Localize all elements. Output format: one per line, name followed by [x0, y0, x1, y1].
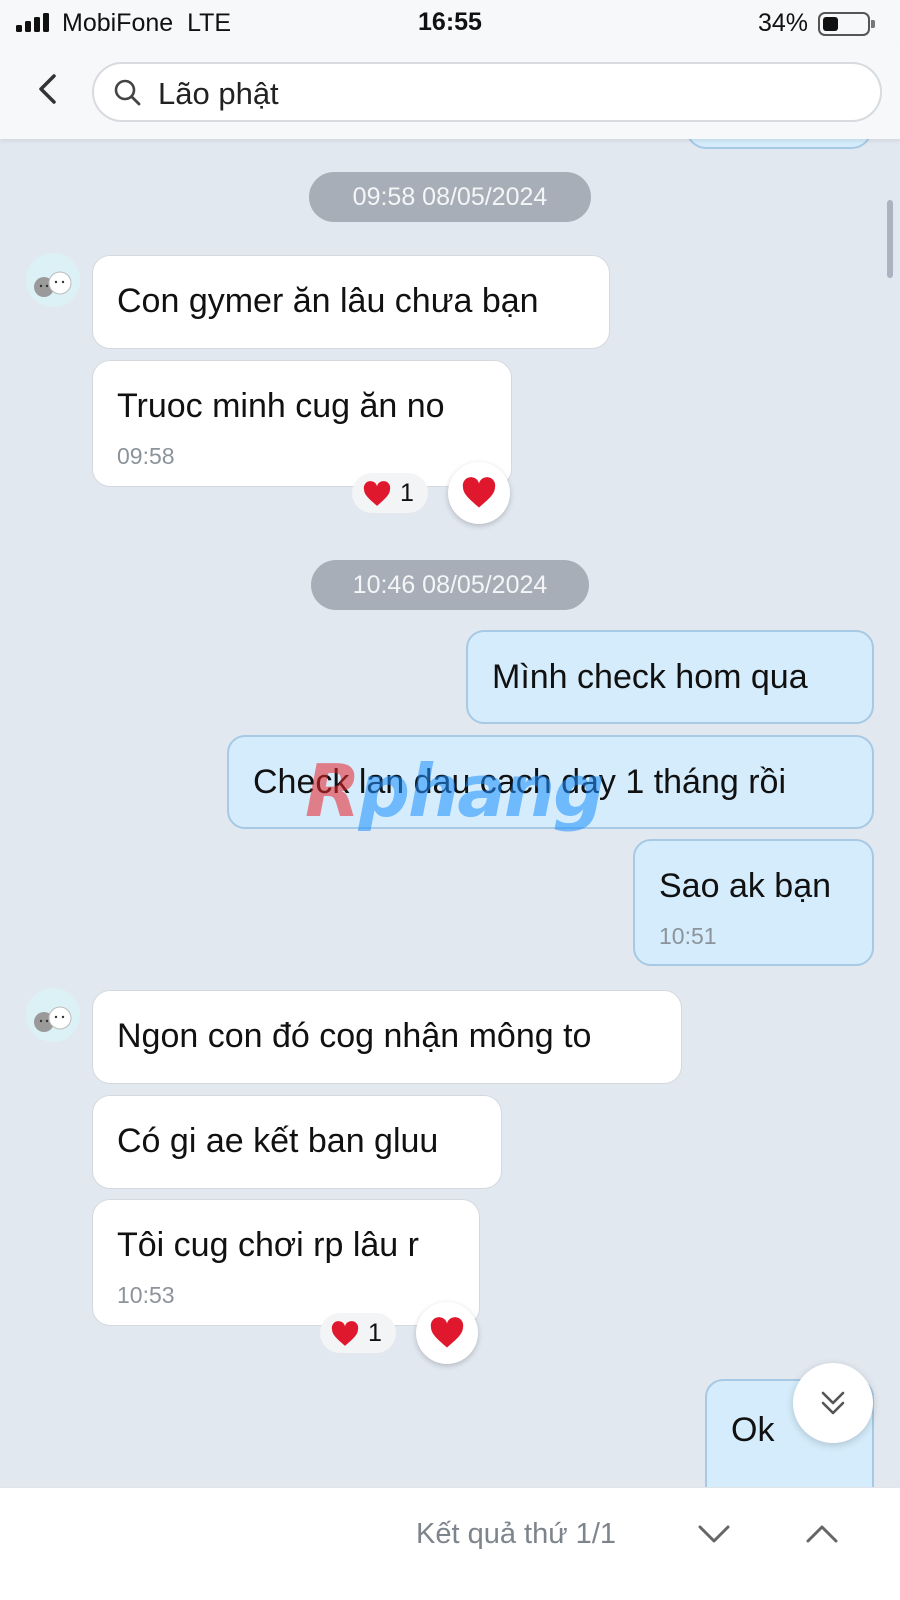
reaction-number: 1: [368, 1319, 382, 1347]
message-text: Ok: [731, 1411, 775, 1449]
incoming-message[interactable]: Có gi ae kết ban gluu: [92, 1095, 502, 1189]
timestamp-divider: 09:58 08/05/2024: [309, 172, 591, 222]
incoming-message[interactable]: Con gymer ăn lâu chưa bạn: [92, 255, 610, 349]
message-text: Có gi ae kết ban gluu: [117, 1122, 439, 1160]
avatar[interactable]: [26, 253, 80, 307]
search-header: Lão phật: [0, 46, 900, 139]
incoming-message[interactable]: Ngon con đó cog nhận mông to: [92, 990, 682, 1084]
battery-percent: 34%: [757, 9, 808, 37]
outgoing-message[interactable]: Mình check hom qua: [466, 630, 874, 724]
chat-search-screen: MobiFone LTE 16:55 34% Lão phật 09:58 08…: [0, 0, 900, 1600]
chevron-up-icon: [806, 1525, 838, 1543]
avatar[interactable]: [26, 988, 80, 1042]
reaction-number: 1: [400, 479, 414, 507]
message-time: 09:58: [117, 443, 175, 469]
cat-avatar-icon: [34, 271, 72, 297]
previous-result-button[interactable]: [798, 1510, 846, 1558]
reaction-count[interactable]: 1: [352, 473, 428, 513]
outgoing-message[interactable]: Sao ak bạn 10:51: [633, 839, 874, 966]
message-text: Sao ak bạn: [659, 867, 832, 905]
message-text: Ngon con đó cog nhận mông to: [117, 1017, 592, 1055]
message-list[interactable]: 09:58 08/05/2024 Con gymer ăn lâu chưa b…: [0, 139, 900, 1487]
message-text: Truoc minh cug ăn no: [117, 387, 445, 425]
back-button[interactable]: [30, 68, 66, 110]
scrollbar[interactable]: [887, 200, 893, 278]
search-result-bar: Kết quả thứ 1/1: [0, 1487, 900, 1600]
heart-icon: [331, 1321, 359, 1346]
double-chevron-down-icon: [821, 1391, 845, 1415]
message-time: 10:53: [117, 1282, 175, 1308]
watermark-logo: Rphang: [305, 749, 605, 833]
battery-icon: [818, 12, 875, 36]
chevron-left-icon: [39, 74, 56, 104]
previous-message-edge: [686, 139, 872, 149]
cat-avatar-icon: [34, 1006, 72, 1032]
search-result-count: Kết quả thứ 1/1: [416, 1518, 616, 1550]
incoming-message[interactable]: Truoc minh cug ăn no 09:58: [92, 360, 512, 487]
incoming-message[interactable]: Tôi cug chơi rp lâu r 10:53: [92, 1199, 480, 1326]
heart-icon: [430, 1317, 464, 1348]
chevron-down-icon: [698, 1525, 730, 1543]
heart-react-button[interactable]: [416, 1302, 478, 1364]
message-text: Tôi cug chơi rp lâu r: [117, 1226, 419, 1264]
next-result-button[interactable]: [690, 1510, 738, 1558]
heart-icon: [363, 481, 391, 506]
message-text: Con gymer ăn lâu chưa bạn: [117, 282, 539, 320]
scroll-to-bottom-button[interactable]: [793, 1363, 873, 1443]
search-input[interactable]: Lão phật: [92, 62, 882, 122]
status-bar: MobiFone LTE 16:55 34%: [0, 0, 900, 46]
message-text: Mình check hom qua: [492, 658, 808, 696]
timestamp-divider: 10:46 08/05/2024: [311, 560, 589, 610]
reaction-count[interactable]: 1: [320, 1313, 396, 1353]
heart-icon: [462, 477, 496, 508]
heart-react-button[interactable]: [448, 462, 510, 524]
message-time: 10:51: [659, 923, 717, 949]
search-icon: [114, 79, 141, 106]
battery-fill: [823, 17, 838, 31]
search-query: Lão phật: [158, 76, 279, 111]
